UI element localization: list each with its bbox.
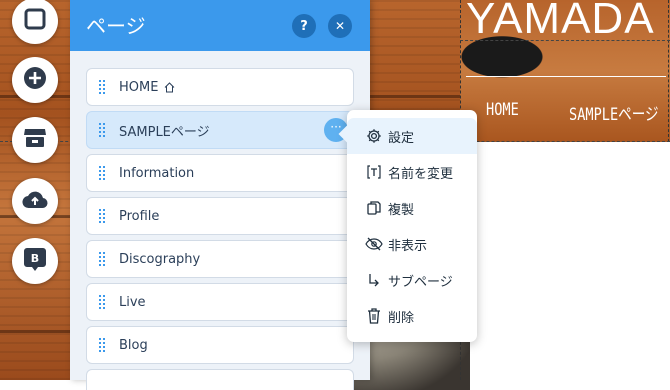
site-nav-sample[interactable]: SAMPLEページ (569, 100, 659, 125)
store-icon (23, 127, 47, 153)
page-label: Information (119, 165, 195, 181)
page-item-blog[interactable]: Blog (86, 326, 354, 364)
page-label: Live (119, 294, 146, 310)
page-item-information[interactable]: Information (86, 154, 354, 192)
menu-item-subpage[interactable]: サブページ (347, 262, 477, 298)
panel-title: ページ (86, 14, 146, 38)
menu-item-hide[interactable]: 非表示 (347, 226, 477, 262)
page-label: SAMPLEページ (119, 124, 210, 140)
menu-item-label: 削除 (388, 310, 415, 326)
page-label: Profile (119, 208, 160, 224)
section-guide-line (460, 40, 670, 41)
page-item-live[interactable]: Live (86, 283, 354, 321)
page-label: Blog (119, 337, 148, 353)
add-icon (23, 66, 47, 94)
drag-handle-icon[interactable] (99, 295, 109, 309)
duplicate-icon (365, 199, 383, 217)
page-item-discography[interactable]: Discography (86, 240, 354, 278)
subpage-icon (365, 271, 383, 289)
page-context-menu: 設定 名前を変更 複製 非表示 サブページ 削除 (347, 110, 477, 342)
rename-icon (365, 163, 383, 181)
trash-icon (365, 307, 383, 325)
blog-icon-letter: B (31, 252, 39, 265)
title-divider (466, 76, 666, 77)
pages-icon (24, 8, 46, 34)
menu-item-label: サブページ (388, 274, 453, 290)
menu-item-label: 名前を変更 (388, 166, 454, 182)
drag-handle-icon[interactable] (99, 209, 109, 223)
page-label: HOME (119, 79, 159, 95)
add-button[interactable] (12, 57, 58, 103)
site-nav-home[interactable]: HOME (486, 100, 519, 125)
page-item-sample[interactable]: SAMPLEページ ··· (86, 111, 354, 149)
store-button[interactable] (12, 117, 58, 163)
page-item-profile[interactable]: Profile (86, 197, 354, 235)
drag-handle-icon[interactable] (99, 80, 109, 94)
drag-handle-icon[interactable] (99, 338, 109, 352)
panel-header: ページ ? ✕ (70, 0, 370, 51)
help-button[interactable]: ? (292, 14, 316, 38)
menu-item-label: 非表示 (388, 238, 428, 254)
gear-icon (365, 127, 383, 145)
menu-item-settings[interactable]: 設定 (347, 118, 477, 154)
upload-icon (22, 189, 48, 213)
upload-button[interactable] (12, 178, 58, 224)
pages-panel: ページ ? ✕ HOME SAMPLEページ ··· Information P… (70, 0, 370, 390)
site-title[interactable]: YAMADA (466, 0, 655, 44)
menu-item-label: 複製 (388, 202, 415, 218)
drag-handle-icon[interactable] (99, 123, 109, 137)
menu-item-rename[interactable]: 名前を変更 (347, 154, 477, 190)
menu-item-label: 設定 (388, 130, 415, 146)
drag-handle-icon[interactable] (99, 166, 109, 180)
page-label: Discography (119, 251, 201, 267)
section-guide-line (668, 0, 669, 142)
menu-item-delete[interactable]: 削除 (347, 298, 477, 334)
home-icon (164, 78, 175, 97)
pages-button[interactable] (12, 0, 58, 44)
close-icon: ✕ (334, 19, 346, 33)
close-button[interactable]: ✕ (328, 14, 352, 38)
blog-icon: B (23, 246, 47, 276)
page-item-home[interactable]: HOME (86, 68, 354, 106)
blog-button[interactable]: B (12, 238, 58, 284)
menu-item-duplicate[interactable]: 複製 (347, 190, 477, 226)
site-navigation: HOME SAMPLEページ (486, 100, 670, 125)
hide-icon (365, 235, 383, 253)
drag-handle-icon[interactable] (99, 252, 109, 266)
